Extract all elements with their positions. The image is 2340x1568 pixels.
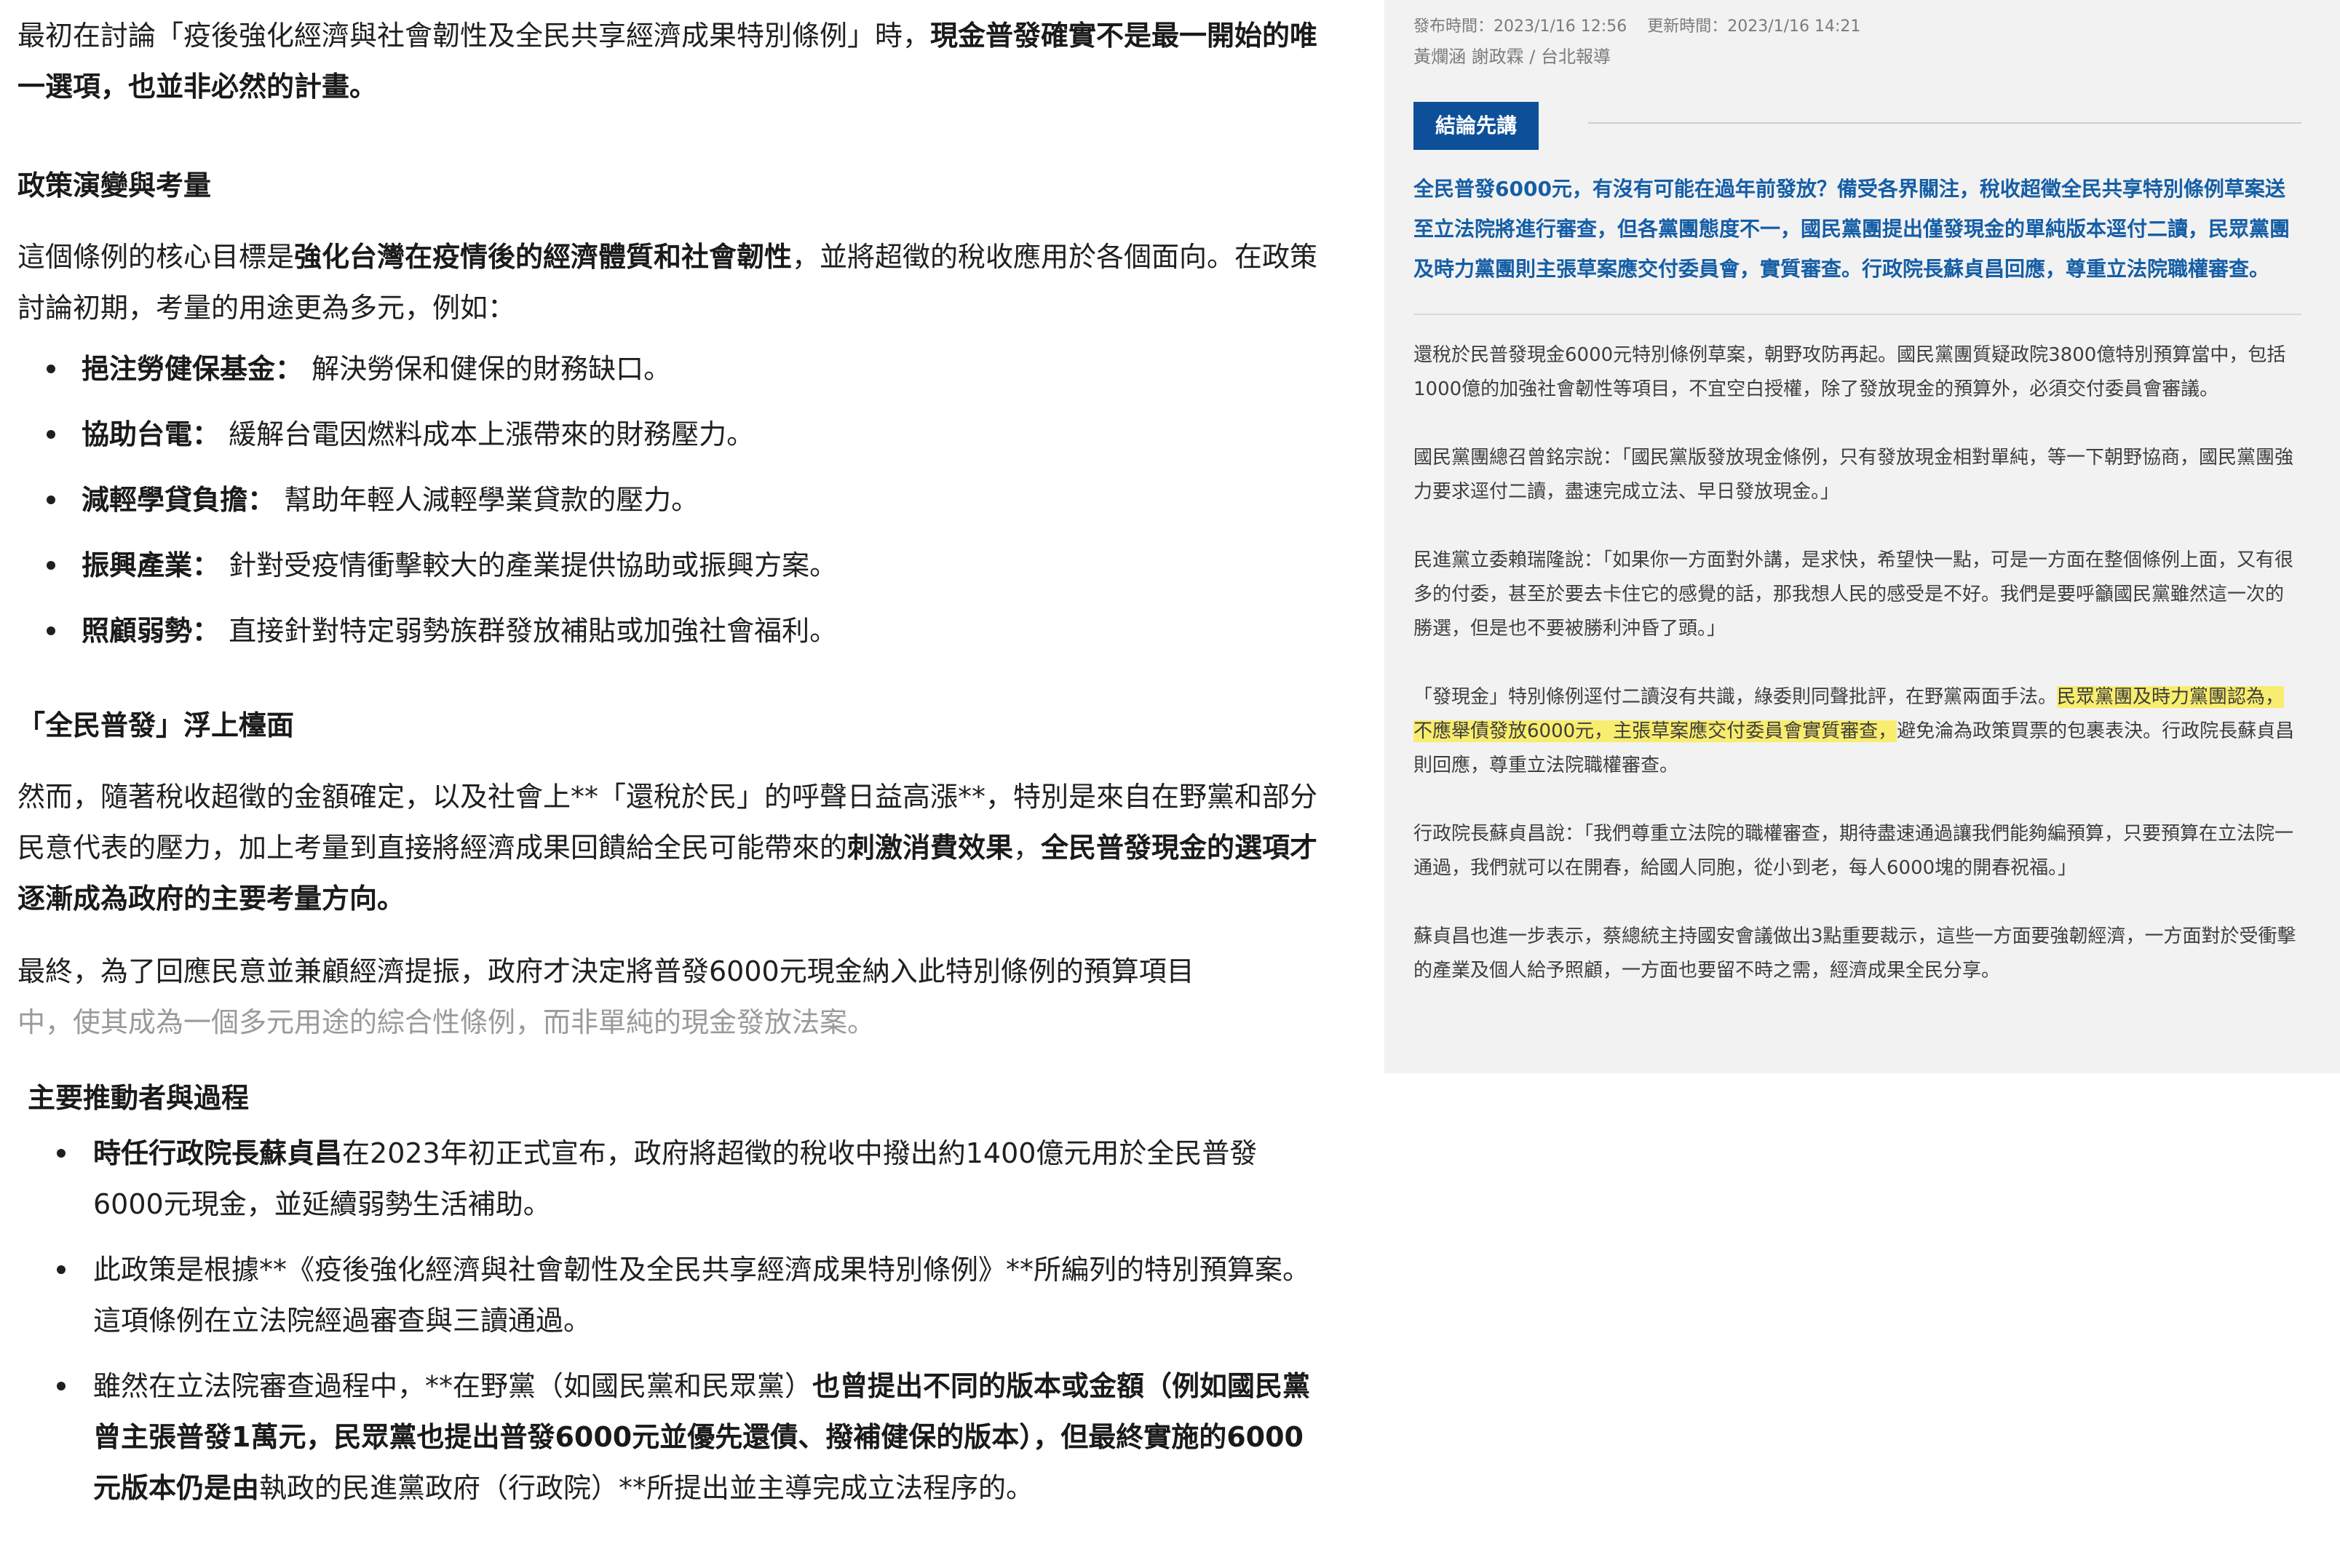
list-item: 雖然在立法院審查過程中，**在野黨（如國民黨和民眾黨）也曾提出不同的版本或金額（…: [17, 1361, 1328, 1513]
final-paragraph: 最終，為了回應民意並兼顧經濟提振，政府才決定將普發6000元現金納入此特別條例的…: [17, 955, 1194, 1038]
update-time: 更新時間：2023/1/16 14:21: [1647, 17, 1861, 36]
list-item: 時任行政院長蘇貞昌在2023年初正式宣布，政府將超徵的稅收中撥出約1400億元用…: [17, 1128, 1328, 1230]
uses-list: 挹注勞健保基金： 解決勞保和健保的財務缺口。 協助台電： 緩解台電因燃料成本上漲…: [17, 343, 1328, 656]
list-item: 振興產業： 針對受疫情衝擊較大的產業提供協助或振興方案。: [17, 540, 1328, 591]
list-item: 挹注勞健保基金： 解決勞保和健保的財務缺口。: [17, 343, 1328, 394]
publish-time: 發布時間：2023/1/16 12:56: [1413, 17, 1627, 36]
article-paragraph: 行政院長蘇貞昌說：「我們尊重立法院的職權審查，期待盡速通過讓我們能夠編預算，只要…: [1413, 823, 2294, 879]
article-paragraph: 民進黨立委賴瑞隆說：「如果你一方面對外講，是求快，希望快一點，可是一方面在整個條…: [1413, 549, 2294, 640]
list-item: 協助台電： 緩解台電因燃料成本上漲帶來的財務壓力。: [17, 409, 1328, 460]
list-item: 此政策是根據**《疫後強化經濟與社會韌性及全民共享經濟成果特別條例》**所編列的…: [17, 1244, 1328, 1346]
heading-main-actors: 主要推動者與過程: [28, 1082, 250, 1114]
list-item: 照顧弱勢： 直接針對特定弱勢族群發放補貼或加強社會福利。: [17, 605, 1328, 656]
article-byline: 黃爛涵 謝政霖 / 台北報導: [1413, 47, 1611, 67]
article-paragraph: 蘇貞昌也進一步表示，蔡總統主持國安會議做出3點重要裁示，這些一方面要強韌經濟，一…: [1413, 926, 2296, 982]
conclusion-header: 結論先講: [1413, 102, 2301, 150]
heading-policy-evolution: 政策演變與考量: [17, 170, 212, 202]
conclusion-badge: 結論先講: [1413, 102, 1539, 150]
article-summary: 全民普發6000元，有沒有可能在過年前發放？備受各界關注，稅收超徵全民共享特別條…: [1413, 177, 2291, 281]
universal-paragraph: 然而，隨著稅收超徵的金額確定，以及社會上**「還稅於民」的呼聲日益高漲**，特別…: [17, 781, 1318, 915]
article-meta: 發布時間：2023/1/16 12:56 更新時間：2023/1/16 14:21: [1413, 13, 2301, 41]
article-paragraph: 「發現金」特別條例逕付二讀沒有共識，綠委則同聲批評，在野黨兩面手法。民眾黨團及時…: [1413, 686, 2295, 776]
divider: [1588, 122, 2301, 124]
ai-answer-panel: 最初在討論「疫後強化經濟與社會韌性及全民共享經濟成果特別條例」時，現金普發確實不…: [17, 10, 1328, 1528]
news-article-panel: 發布時間：2023/1/16 12:56 更新時間：2023/1/16 14:21…: [1384, 0, 2340, 1073]
divider: [1413, 314, 2301, 315]
heading-universal-cash: 「全民普發」浮上檯面: [17, 709, 295, 741]
policy-paragraph: 這個條例的核心目標是強化台灣在疫情後的經濟體質和社會韌性，並將超徵的稅收應用於各…: [17, 241, 1318, 324]
actors-list: 時任行政院長蘇貞昌在2023年初正式宣布，政府將超徵的稅收中撥出約1400億元用…: [17, 1128, 1328, 1513]
intro-paragraph: 最初在討論「疫後強化經濟與社會韌性及全民共享經濟成果特別條例」時，現金普發確實不…: [17, 20, 1318, 103]
article-paragraph: 國民黨團總召曾銘宗說：「國民黨版發放現金條例，只有發放現金相對單純，等一下朝野協…: [1413, 447, 2294, 503]
article-paragraph: 還稅於民普發現金6000元特別條例草案，朝野攻防再起。國民黨團質疑政院3800億…: [1413, 344, 2286, 400]
list-item: 減輕學貸負擔： 幫助年輕人減輕學業貸款的壓力。: [17, 474, 1328, 525]
